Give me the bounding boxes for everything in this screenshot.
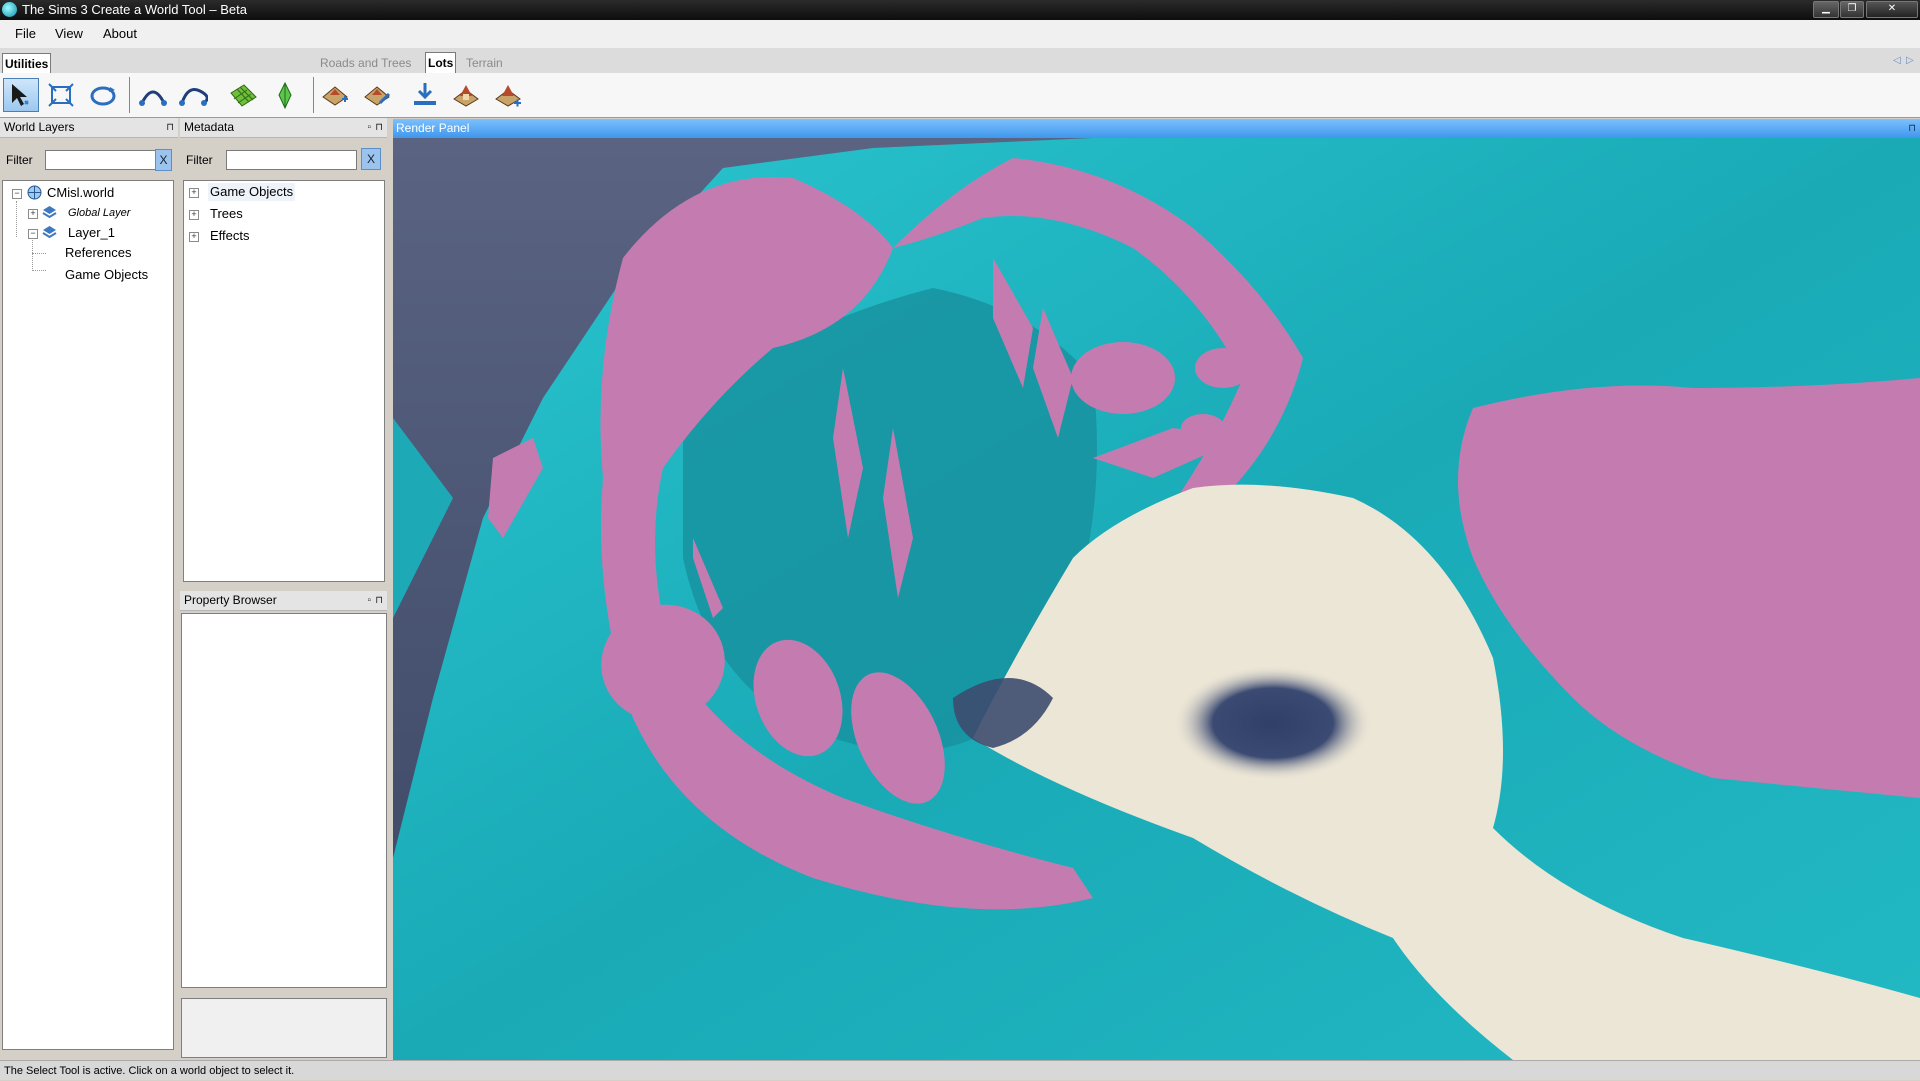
tab-roads-and-trees[interactable]: Roads and Trees [318, 53, 413, 73]
property-browser-header: Property Browser ▫ ⊓ [180, 591, 387, 611]
tree-row-game-objects[interactable]: Game Objects [65, 266, 148, 284]
metadata-filter-label: Filter [186, 153, 213, 167]
tab-scroll-left-icon[interactable]: ◁ [1893, 55, 1901, 66]
lot-edit-button[interactable] [360, 79, 394, 111]
tab-row: Utilities Roads and Trees Lots Terrain ◁… [0, 48, 1920, 75]
app-icon [2, 2, 17, 17]
rotate-tool-button[interactable] [86, 79, 120, 111]
tab-lots[interactable]: Lots [425, 52, 457, 74]
property-browser-panel: Property Browser ▫ ⊓ [180, 591, 387, 1060]
expand-icon[interactable]: + [189, 188, 199, 198]
float-icon[interactable]: ▫ [367, 591, 371, 610]
lot-house-button[interactable] [449, 79, 483, 111]
property-description [181, 998, 387, 1058]
menu-bar: File View About [0, 20, 1920, 48]
toolbar [0, 73, 1920, 118]
rotate-icon [90, 86, 116, 106]
tree-root-label: CMisl.world [47, 185, 115, 200]
lot-add-button[interactable] [318, 79, 352, 111]
lot-house-add-icon [495, 85, 521, 107]
world-layers-filter-input[interactable] [45, 150, 162, 170]
lot-import-icon [414, 83, 436, 105]
pin-icon[interactable]: ⊓ [166, 118, 174, 137]
metadata-item-label: Effects [210, 228, 250, 243]
collapse-icon[interactable]: − [28, 229, 38, 239]
property-browser-title: Property Browser [184, 593, 277, 607]
collapse-icon[interactable]: − [12, 189, 22, 199]
menu-view[interactable]: View [55, 26, 83, 41]
terrain-3d-view[interactable] [393, 138, 1920, 1060]
metadata-panel: Metadata ▫ ⊓ Filter X + Game Objects + T… [180, 118, 387, 588]
tree-references-label: References [65, 245, 132, 260]
lot-house-add-button[interactable] [491, 79, 525, 111]
expand-icon[interactable]: + [189, 210, 199, 220]
plumbob-icon [278, 81, 292, 109]
tree-game-objects-label: Game Objects [65, 267, 149, 282]
pin-icon[interactable]: ⊓ [375, 118, 383, 137]
pond [1173, 665, 1373, 781]
globe-icon [27, 185, 42, 200]
close-button[interactable]: ✕ [1866, 1, 1918, 18]
render-panel-title: Render Panel [396, 121, 470, 135]
layer-icon [42, 206, 57, 219]
lot-import-button[interactable] [408, 79, 442, 111]
world-layers-title: World Layers [4, 120, 75, 134]
terrain-grid-button[interactable] [226, 79, 260, 111]
minimize-button[interactable]: ▁ [1813, 1, 1839, 18]
terrain-grid-icon [230, 84, 257, 107]
property-grid [181, 613, 387, 988]
render-panel-header: Render Panel ⊓ [393, 119, 1920, 138]
metadata-header: Metadata ▫ ⊓ [180, 118, 387, 138]
toolbar-separator [313, 77, 314, 113]
tab-terrain[interactable]: Terrain [464, 53, 505, 73]
tab-scroll-right-icon[interactable]: ▷ [1906, 55, 1914, 66]
metadata-filter-clear-button[interactable]: X [361, 148, 381, 170]
pin-icon[interactable]: ⊓ [1908, 119, 1916, 138]
tab-utilities[interactable]: Utilities [2, 53, 52, 75]
road-bend-icon [179, 88, 208, 106]
world-layers-filter-clear-button[interactable]: X [155, 149, 172, 171]
metadata-tree: + Game Objects + Trees + Effects [183, 180, 385, 582]
maximize-button[interactable]: ❐ [1840, 1, 1864, 18]
menu-file[interactable]: File [15, 26, 36, 41]
move-tool-button[interactable] [44, 79, 78, 111]
road-curve-button[interactable] [136, 79, 170, 111]
select-tool-button[interactable] [3, 78, 39, 112]
world-layers-filter-label: Filter [6, 153, 33, 167]
toolbar-separator [129, 77, 130, 113]
layer-icon [42, 226, 57, 239]
status-text: The Select Tool is active. Click on a wo… [4, 1065, 295, 1077]
lot-house-icon [453, 85, 479, 107]
window-title: The Sims 3 Create a World Tool – Beta [22, 2, 247, 17]
road-curve-icon [139, 90, 167, 106]
select-icon [12, 84, 29, 106]
metadata-title: Metadata [184, 120, 235, 134]
tree-global-layer-label: Global Layer [68, 207, 131, 219]
tree-row-references[interactable]: References [65, 244, 131, 262]
plumbob-button[interactable] [268, 79, 302, 111]
road-bend-button[interactable] [176, 79, 210, 111]
world-layers-panel: World Layers ⊓ Filter X − CMisl.world + … [0, 118, 178, 1060]
world-layers-tree: − CMisl.world + Global Layer − Layer_1 R… [2, 180, 174, 1050]
pin-icon[interactable]: ⊓ [375, 591, 383, 610]
menu-about[interactable]: About [103, 26, 137, 41]
metadata-filter-input[interactable] [226, 150, 357, 170]
expand-icon[interactable]: + [189, 232, 199, 242]
world-layers-header: World Layers ⊓ [0, 118, 178, 138]
expand-icon[interactable]: + [28, 209, 38, 219]
lot-add-icon [322, 86, 348, 106]
tree-layer1-label: Layer_1 [68, 225, 115, 240]
metadata-item-label: Game Objects [208, 183, 296, 201]
render-viewport[interactable] [393, 138, 1920, 1060]
status-bar: The Select Tool is active. Click on a wo… [0, 1060, 1920, 1080]
lot-edit-icon [364, 86, 391, 106]
float-icon[interactable]: ▫ [367, 118, 371, 137]
move-icon [48, 83, 74, 107]
title-bar: The Sims 3 Create a World Tool – Beta ▁ … [0, 0, 1920, 20]
metadata-item-label: Trees [210, 206, 243, 221]
